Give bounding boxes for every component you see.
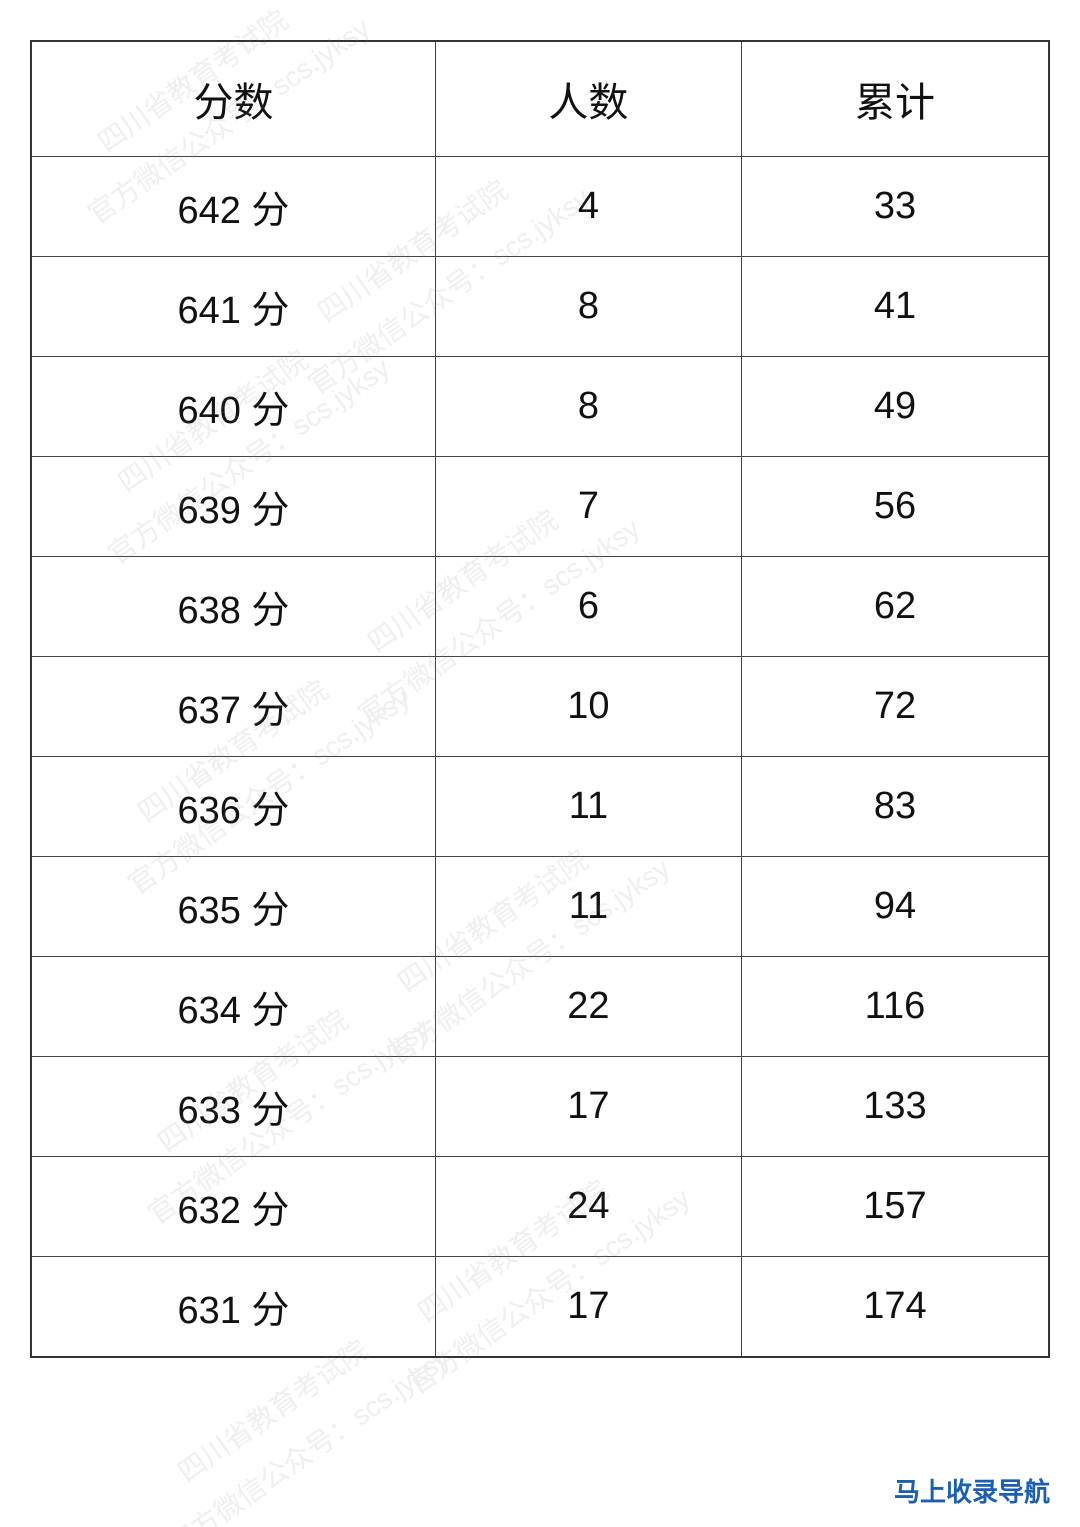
- table-row: 635 分1194: [31, 857, 1049, 957]
- table-row: 639 分756: [31, 457, 1049, 557]
- table-row: 631 分17174: [31, 1257, 1049, 1358]
- table-header-row: 分数 人数 累计: [31, 41, 1049, 157]
- cell-cumulative: 157: [741, 1157, 1049, 1257]
- cell-score: 632 分: [31, 1157, 435, 1257]
- footer-link[interactable]: 马上收录导航: [894, 1472, 1050, 1509]
- cell-score: 638 分: [31, 557, 435, 657]
- cell-count: 10: [435, 657, 741, 757]
- cell-cumulative: 94: [741, 857, 1049, 957]
- table-row: 632 分24157: [31, 1157, 1049, 1257]
- cell-score: 631 分: [31, 1257, 435, 1358]
- cell-score: 636 分: [31, 757, 435, 857]
- cell-count: 7: [435, 457, 741, 557]
- cell-score: 635 分: [31, 857, 435, 957]
- cell-cumulative: 33: [741, 157, 1049, 257]
- cell-cumulative: 72: [741, 657, 1049, 757]
- cell-count: 17: [435, 1257, 741, 1358]
- cell-score: 637 分: [31, 657, 435, 757]
- table-row: 642 分433: [31, 157, 1049, 257]
- cell-count: 22: [435, 957, 741, 1057]
- table-row: 633 分17133: [31, 1057, 1049, 1157]
- cell-cumulative: 174: [741, 1257, 1049, 1358]
- cell-count: 11: [435, 857, 741, 957]
- cell-score: 640 分: [31, 357, 435, 457]
- header-count: 人数: [435, 41, 741, 157]
- cell-cumulative: 116: [741, 957, 1049, 1057]
- cell-cumulative: 41: [741, 257, 1049, 357]
- table-row: 634 分22116: [31, 957, 1049, 1057]
- cell-score: 639 分: [31, 457, 435, 557]
- cell-cumulative: 133: [741, 1057, 1049, 1157]
- score-table: 分数 人数 累计 642 分433641 分841640 分849639 分75…: [30, 40, 1050, 1358]
- cell-cumulative: 83: [741, 757, 1049, 857]
- page-wrapper: 四川省教育考试院 官方微信公众号：scs.jyksy 四川省教育考试院 官方微信…: [0, 0, 1080, 1527]
- cell-score: 633 分: [31, 1057, 435, 1157]
- cell-score: 642 分: [31, 157, 435, 257]
- table-row: 641 分841: [31, 257, 1049, 357]
- cell-score: 641 分: [31, 257, 435, 357]
- cell-count: 4: [435, 157, 741, 257]
- cell-cumulative: 49: [741, 357, 1049, 457]
- cell-cumulative: 62: [741, 557, 1049, 657]
- header-cumulative: 累计: [741, 41, 1049, 157]
- cell-count: 24: [435, 1157, 741, 1257]
- cell-count: 6: [435, 557, 741, 657]
- cell-count: 17: [435, 1057, 741, 1157]
- cell-count: 8: [435, 357, 741, 457]
- table-row: 638 分662: [31, 557, 1049, 657]
- cell-count: 8: [435, 257, 741, 357]
- table-row: 636 分1183: [31, 757, 1049, 857]
- cell-score: 634 分: [31, 957, 435, 1057]
- header-score: 分数: [31, 41, 435, 157]
- cell-count: 11: [435, 757, 741, 857]
- table-row: 640 分849: [31, 357, 1049, 457]
- cell-cumulative: 56: [741, 457, 1049, 557]
- table-row: 637 分1072: [31, 657, 1049, 757]
